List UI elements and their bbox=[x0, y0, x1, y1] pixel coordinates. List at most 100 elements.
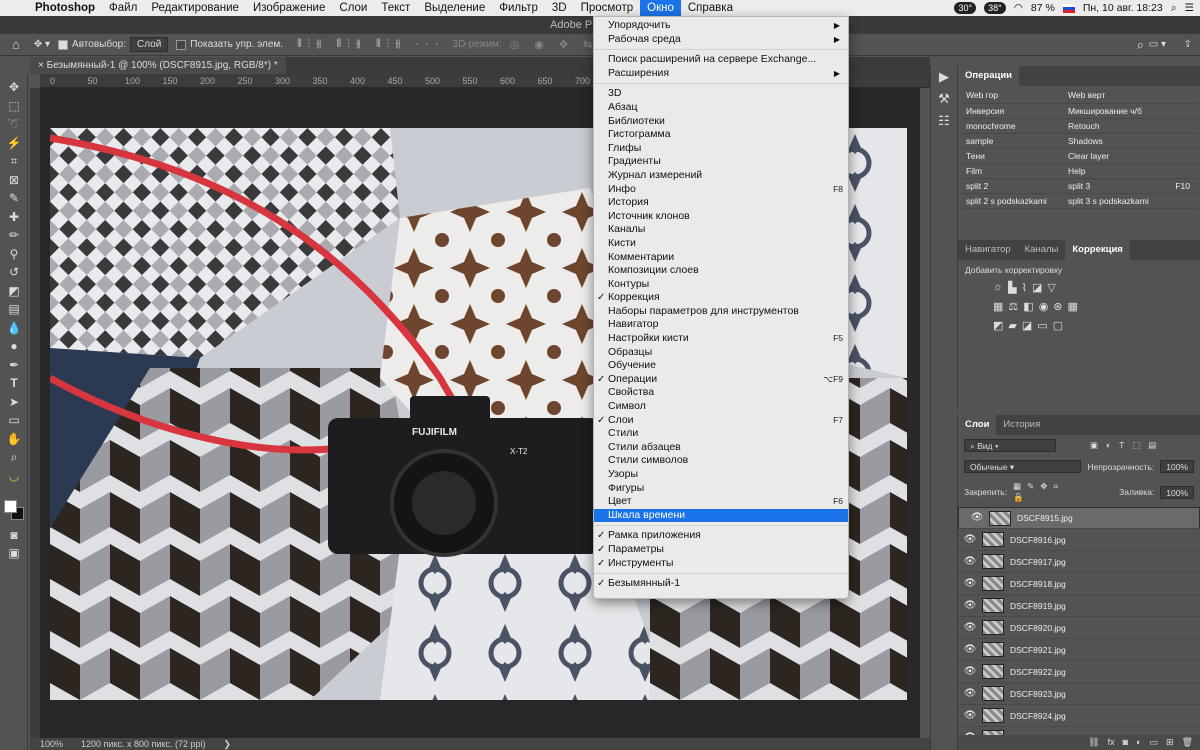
color-balance-icon[interactable]: ⚖ bbox=[1008, 300, 1018, 313]
zoom-level[interactable]: 100% bbox=[40, 738, 63, 750]
window-menu-item[interactable]: Символ bbox=[594, 400, 848, 414]
actions-panel-icon[interactable]: ▶ bbox=[931, 66, 957, 88]
panel-tab[interactable]: Слои bbox=[958, 415, 997, 435]
exposure-icon[interactable]: ◪ bbox=[1032, 281, 1042, 294]
window-menu-item[interactable]: Расширения ▶ bbox=[594, 67, 848, 81]
banana-icon[interactable]: ◡ bbox=[0, 467, 28, 486]
wifi-icon[interactable]: ◠ bbox=[1014, 2, 1023, 14]
window-menu-item[interactable]: Кисти bbox=[594, 237, 848, 251]
move-tool-icon[interactable]: ✥ ▾ bbox=[34, 39, 50, 50]
window-menu-item[interactable]: Стили абзацев bbox=[594, 441, 848, 455]
window-menu-item[interactable]: Настройки кисти F5 bbox=[594, 332, 848, 346]
zoom-tool-icon[interactable]: ⌕ bbox=[0, 448, 28, 467]
eye-icon[interactable]: 👁 bbox=[958, 534, 982, 545]
window-menu-item[interactable]: Обучение bbox=[594, 359, 848, 373]
window-menu-item[interactable]: Библиотеки bbox=[594, 115, 848, 129]
layer-row[interactable]: 👁 DSCF8922.jpg bbox=[958, 661, 1200, 683]
eye-icon[interactable]: 👁 bbox=[958, 710, 982, 721]
crop-tool-icon[interactable]: ⌗ bbox=[0, 152, 28, 171]
photo-filter-icon[interactable]: ◉ bbox=[1039, 300, 1049, 313]
window-menu-item[interactable]: ✓ Безымянный-1 bbox=[594, 577, 848, 591]
layer-row[interactable]: 👁 DSCF8924.jpg bbox=[958, 705, 1200, 727]
window-menu-item[interactable]: Гистограмма bbox=[594, 128, 848, 142]
screen-mode-icon[interactable]: ▣ bbox=[0, 544, 28, 563]
window-menu-item[interactable]: Наборы параметров для инструментов bbox=[594, 305, 848, 319]
gradient-map-icon[interactable]: ▭ bbox=[1037, 319, 1047, 332]
lasso-tool-icon[interactable]: ➰ bbox=[0, 115, 28, 134]
window-menu-item[interactable]: Стили bbox=[594, 427, 848, 441]
color-lookup-icon[interactable]: ▦ bbox=[1068, 300, 1078, 313]
history-brush-tool-icon[interactable]: ↺ bbox=[0, 263, 28, 282]
frame-tool-icon[interactable]: ⊠ bbox=[0, 171, 28, 190]
doc-info[interactable]: 1200 пикс. x 800 пикс. (72 ppi) bbox=[81, 738, 205, 750]
action-button[interactable]: Тени bbox=[962, 148, 1064, 164]
share-icon[interactable]: ⇪ bbox=[1184, 39, 1192, 50]
foreground-color-swatch[interactable] bbox=[4, 500, 17, 513]
close-icon[interactable]: × bbox=[38, 60, 47, 71]
invert-icon[interactable]: ◩ bbox=[993, 319, 1003, 332]
search-icon[interactable]: ⌕ bbox=[1137, 37, 1144, 53]
trash-icon[interactable]: 🗑 bbox=[1182, 735, 1193, 750]
eye-icon[interactable]: 👁 bbox=[958, 578, 982, 589]
eye-icon[interactable]: 👁 bbox=[958, 600, 982, 611]
brush-tool-icon[interactable]: ✏ bbox=[0, 226, 28, 245]
eye-icon[interactable]: 👁 bbox=[958, 688, 982, 699]
clone-stamp-tool-icon[interactable]: ⚲ bbox=[0, 245, 28, 264]
show-controls-checkbox[interactable] bbox=[176, 39, 187, 50]
pen-tool-icon[interactable]: ✒ bbox=[0, 356, 28, 375]
align-icons[interactable]: ⫴⫶⫵ ⫴⫶⫵ ⫴⫶⫵ ··· bbox=[297, 38, 444, 51]
eyedropper-tool-icon[interactable]: ✎ bbox=[0, 189, 28, 208]
group-icon[interactable]: ▭ bbox=[1150, 735, 1159, 750]
path-selection-tool-icon[interactable]: ➤ bbox=[0, 393, 28, 412]
layer-row[interactable]: 👁 DSCF8917.jpg bbox=[958, 551, 1200, 573]
menu-app-name[interactable]: Photoshop bbox=[28, 0, 102, 16]
window-menu-item[interactable]: Градиенты bbox=[594, 155, 848, 169]
window-menu-item[interactable]: Узоры bbox=[594, 468, 848, 482]
action-button[interactable]: Shadows bbox=[1063, 133, 1166, 149]
menu-item-9[interactable]: Окно bbox=[640, 0, 681, 16]
gradient-tool-icon[interactable]: ▤ bbox=[0, 300, 28, 319]
panel-tab[interactable]: Каналы bbox=[1018, 240, 1066, 260]
action-button[interactable]: Clear layer bbox=[1063, 148, 1166, 164]
menu-item-1[interactable]: Редактирование bbox=[144, 0, 246, 16]
autoselect-select[interactable]: Слой bbox=[129, 37, 169, 52]
action-button[interactable]: monochrome bbox=[962, 118, 1064, 134]
workspace-icon[interactable]: ▭ ▾ bbox=[1149, 39, 1166, 50]
layer-row[interactable]: 👁 DSCF8923.jpg bbox=[958, 683, 1200, 705]
panel-tab[interactable]: История bbox=[996, 415, 1047, 435]
menu-item-2[interactable]: Изображение bbox=[246, 0, 332, 16]
opacity-input[interactable]: 100% bbox=[1160, 460, 1194, 473]
curves-icon[interactable]: ⌇ bbox=[1022, 281, 1027, 294]
quick-mask-icon[interactable]: ◙ bbox=[0, 526, 28, 545]
window-menu-item[interactable]: Каналы bbox=[594, 223, 848, 237]
threshold-icon[interactable]: ◪ bbox=[1022, 319, 1032, 332]
menu-item-7[interactable]: 3D bbox=[545, 0, 574, 16]
window-menu-item[interactable]: ✓ Коррекция bbox=[594, 291, 848, 305]
move-tool-icon[interactable]: ✥ bbox=[0, 78, 28, 97]
window-menu-item[interactable]: ✓ Параметры bbox=[594, 543, 848, 557]
blend-mode-select[interactable]: Обычные ▾ bbox=[964, 460, 1082, 473]
eye-icon[interactable]: 👁 bbox=[958, 622, 982, 633]
panel-tab[interactable]: Навигатор bbox=[958, 240, 1018, 260]
window-menu-item[interactable]: Источник клонов bbox=[594, 210, 848, 224]
window-menu-item[interactable]: Упорядочить ▶ bbox=[594, 19, 848, 33]
action-button[interactable]: Film bbox=[962, 163, 1064, 179]
window-menu-item[interactable]: Инфо F8 bbox=[594, 183, 848, 197]
action-button[interactable]: Help bbox=[1063, 163, 1166, 179]
home-icon[interactable]: ⌂ bbox=[12, 37, 20, 52]
lock-icons[interactable]: ▦✎✥⌗🔒 bbox=[1013, 481, 1077, 503]
gpu-temp[interactable]: 38° bbox=[984, 2, 1006, 14]
action-button[interactable]: sample bbox=[962, 133, 1064, 149]
eye-icon[interactable]: 👁 bbox=[958, 644, 982, 655]
color-swatches[interactable] bbox=[4, 500, 26, 522]
layer-row[interactable]: 👁 DSCF8915.jpg bbox=[958, 507, 1200, 529]
window-menu-item[interactable]: Шкала времени bbox=[594, 508, 848, 523]
notification-center-icon[interactable]: ☰ bbox=[1185, 2, 1194, 14]
posterize-icon[interactable]: ▰ bbox=[1008, 319, 1016, 332]
blur-tool-icon[interactable]: 💧 bbox=[0, 319, 28, 338]
window-menu-item[interactable]: Абзац bbox=[594, 101, 848, 115]
panel-tab[interactable]: Коррекция bbox=[1065, 240, 1130, 260]
window-menu-item[interactable]: ✓ Инструменты bbox=[594, 557, 848, 571]
window-menu-item[interactable]: ✓ Слои F7 bbox=[594, 414, 848, 428]
layer-row[interactable]: 👁 DSCF8916.jpg bbox=[958, 529, 1200, 551]
